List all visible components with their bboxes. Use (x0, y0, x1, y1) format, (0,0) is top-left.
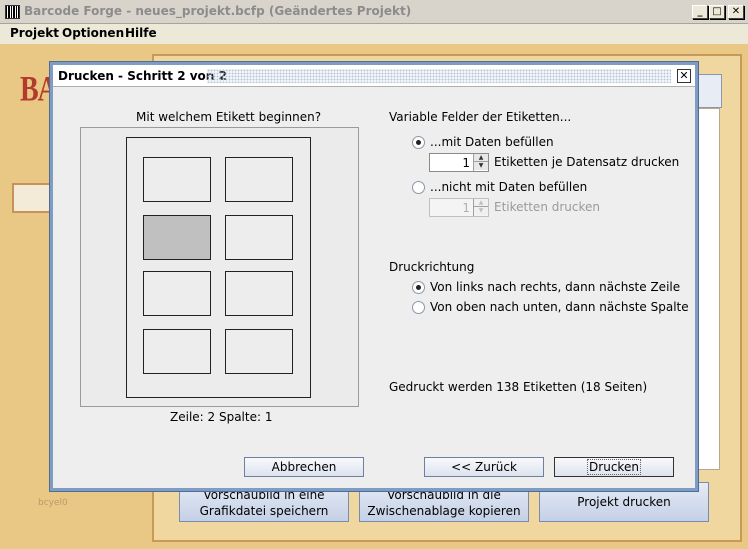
per-record-label: Etiketten je Datensatz drucken (494, 155, 680, 169)
no-fill-label[interactable]: ...nicht mit Daten befüllen (430, 180, 587, 194)
direction-rows-radio[interactable] (412, 281, 425, 294)
per-record-value: 1 (462, 156, 470, 170)
footer-text: bcyel0 (38, 498, 68, 508)
minimize-button[interactable]: _ (692, 5, 708, 19)
label-cell-r4c2[interactable] (225, 329, 293, 374)
print-button-label: Drucken (587, 459, 641, 475)
maximize-button[interactable]: □ (709, 5, 725, 19)
variable-fields-heading: Variable Felder der Etiketten... (389, 110, 572, 124)
close-button[interactable]: ✕ (728, 5, 744, 19)
direction-heading: Druckrichtung (389, 260, 475, 274)
print-dialog: Drucken - Schritt 2 von 2 ✕ Mit welchem … (50, 62, 698, 491)
background-input-field[interactable] (12, 183, 52, 213)
no-fill-radio[interactable] (412, 181, 425, 194)
background-tab[interactable] (696, 74, 722, 108)
label-cell-r2c1-selected[interactable] (143, 215, 211, 260)
label-cell-r3c1[interactable] (143, 271, 211, 316)
direction-cols-radio[interactable] (412, 301, 425, 314)
stepper-up-icon: ▲ (474, 199, 488, 207)
label-cell-r2c2[interactable] (225, 215, 293, 260)
label-cell-r3c2[interactable] (225, 271, 293, 316)
main-title-bar: Barcode Forge - neues_projekt.bcfp (Geän… (0, 0, 748, 24)
label-cell-r1c2[interactable] (225, 157, 293, 202)
cancel-button[interactable]: Abbrechen (244, 457, 364, 477)
window-title: Barcode Forge - neues_projekt.bcfp (Geän… (24, 4, 412, 18)
back-button[interactable]: << Zurück (424, 457, 544, 477)
start-label-heading: Mit welchem Etikett beginnen? (136, 110, 322, 124)
stepper-down-icon[interactable]: ▼ (474, 162, 488, 170)
label-count-stepper: 1 ▲ ▼ (429, 198, 489, 217)
fill-data-label[interactable]: ...mit Daten befüllen (430, 135, 554, 149)
per-record-stepper[interactable]: 1 ▲ ▼ (429, 153, 489, 172)
label-cell-r1c1[interactable] (143, 157, 211, 202)
label-count-value: 1 (462, 201, 470, 215)
label-sheet (126, 137, 311, 398)
direction-rows-label[interactable]: Von links nach rechts, dann nächste Zeil… (430, 280, 680, 294)
vertical-scrollbar[interactable] (696, 108, 720, 470)
print-summary: Gedruckt werden 138 Etiketten (18 Seiten… (389, 380, 648, 394)
print-button[interactable]: Drucken (554, 457, 674, 477)
menu-projekt[interactable]: Projekt (10, 26, 59, 40)
dialog-title: Drucken - Schritt 2 von 2 (58, 69, 227, 83)
position-readout: Zeile: 2 Spalte: 1 (170, 410, 273, 424)
menu-optionen[interactable]: Optionen (62, 26, 124, 40)
label-cell-r4c1[interactable] (143, 329, 211, 374)
fill-data-radio[interactable] (412, 136, 425, 149)
label-sheet-preview (80, 127, 359, 407)
menu-hilfe[interactable]: Hilfe (125, 26, 157, 40)
label-count-label: Etiketten drucken (494, 200, 601, 214)
dialog-title-bar: Drucken - Schritt 2 von 2 ✕ (53, 65, 695, 87)
title-bar-pattern (207, 69, 671, 83)
close-icon[interactable]: ✕ (677, 69, 691, 83)
stepper-down-icon: ▼ (474, 207, 488, 215)
stepper-up-icon[interactable]: ▲ (474, 154, 488, 162)
menu-bar: Projekt Optionen Hilfe (0, 24, 748, 44)
barcode-app-icon (5, 5, 20, 19)
direction-cols-label[interactable]: Von oben nach unten, dann nächste Spalte (430, 300, 689, 314)
